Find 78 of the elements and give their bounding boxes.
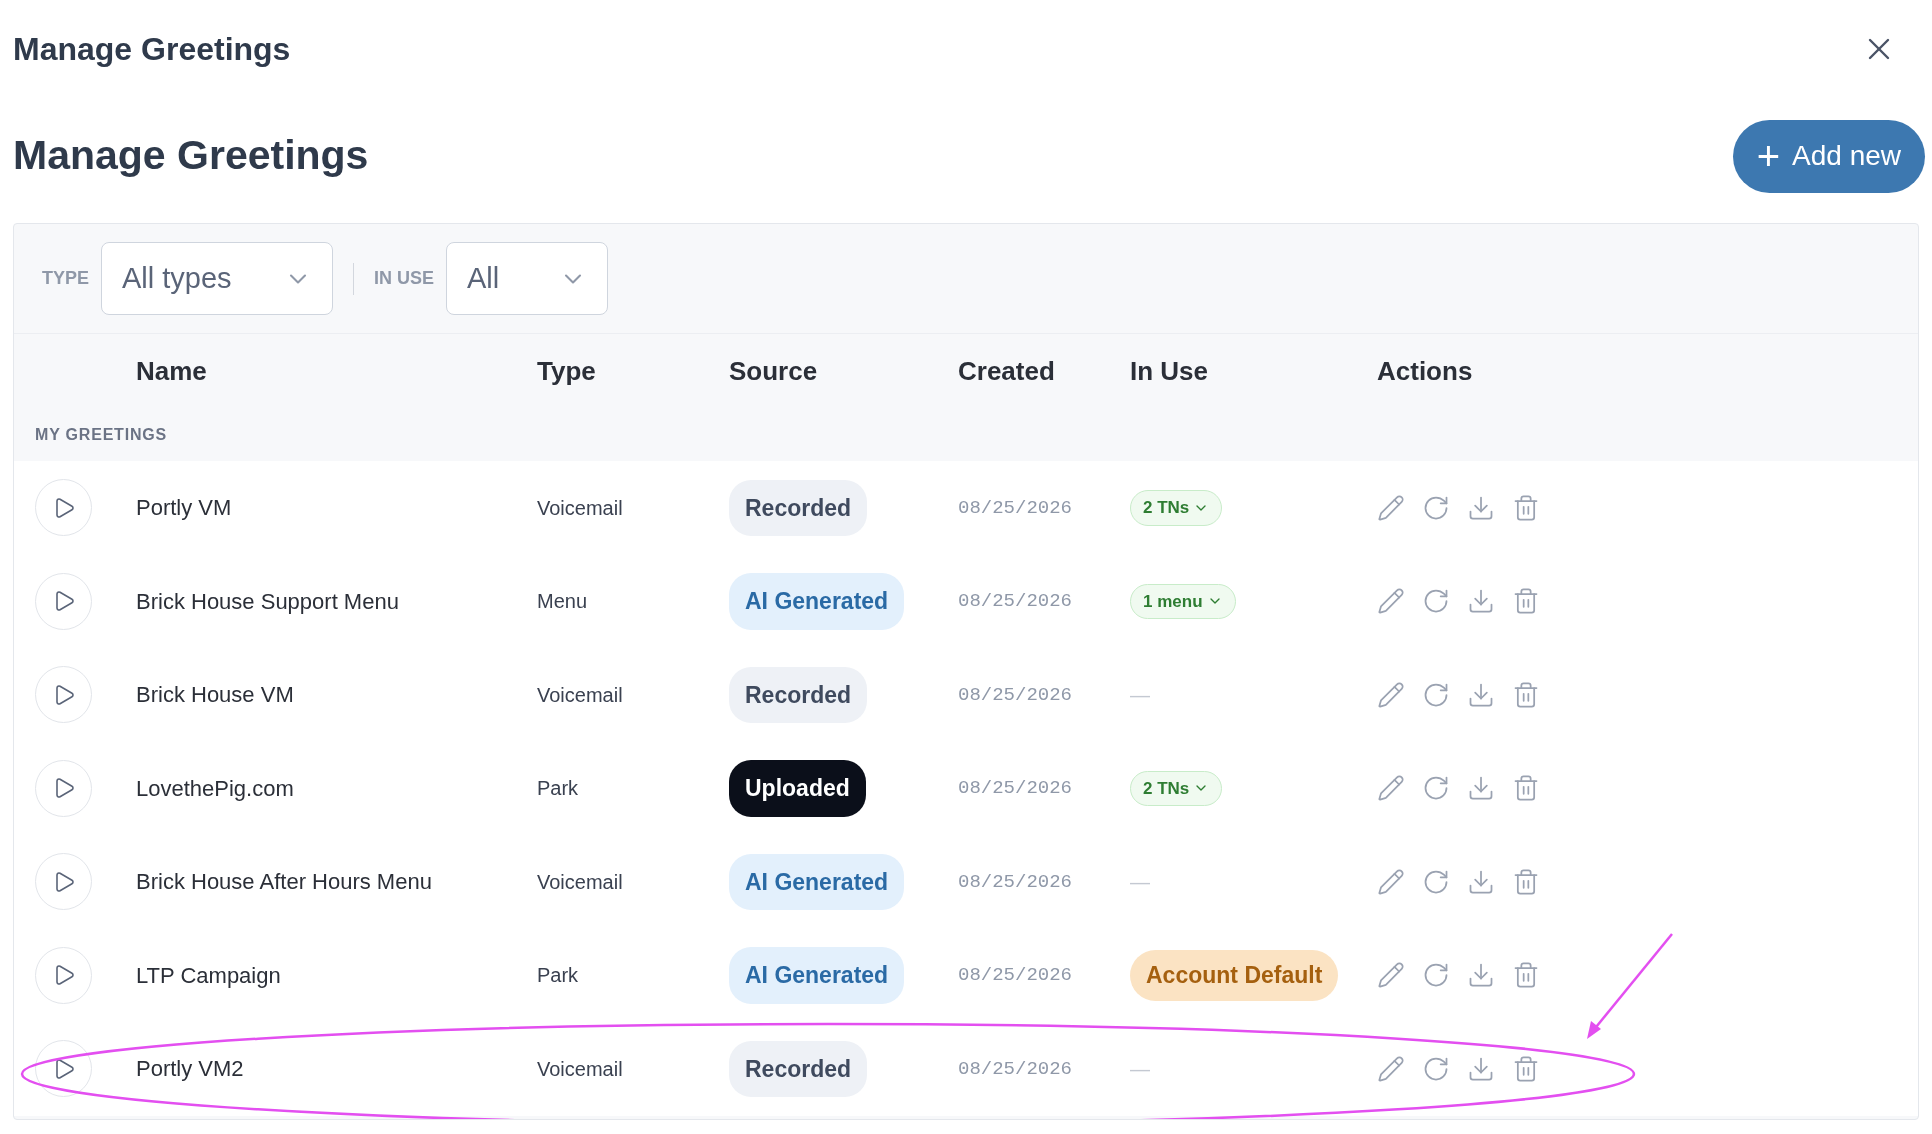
source-badge: Uploaded — [729, 760, 866, 817]
filter-label: IN USE — [374, 267, 435, 290]
greeting-type: Voicemail — [537, 495, 624, 521]
trash-icon — [1512, 774, 1540, 803]
greeting-name: Brick House After Hours Menu — [136, 868, 433, 897]
edit-button[interactable] — [1377, 1054, 1405, 1083]
pencil-icon — [1377, 774, 1405, 803]
created-date: 08/25/2026 — [958, 776, 1074, 801]
trash-icon — [1512, 961, 1540, 990]
edit-button[interactable] — [1377, 680, 1405, 709]
greeting-type: Menu — [537, 589, 589, 615]
in-use-dropdown[interactable]: 1 menu — [1130, 583, 1236, 619]
trash-icon — [1512, 493, 1540, 522]
edit-button[interactable] — [1377, 493, 1405, 522]
greeting-name: LovethePig.com — [136, 774, 295, 803]
window-title: Manage Greetings — [13, 30, 291, 69]
add-new-button[interactable]: + Add new — [1732, 119, 1925, 193]
source-badge: AI Generated — [729, 853, 905, 910]
filter-dropdown[interactable]: All — [446, 242, 609, 315]
empty-dash: — — [1130, 1056, 1150, 1082]
greeting-name: Brick House VM — [136, 681, 295, 710]
pencil-icon — [1377, 587, 1405, 616]
empty-dash: — — [1130, 682, 1150, 708]
delete-button[interactable] — [1512, 680, 1540, 709]
pencil-icon — [1377, 867, 1405, 896]
created-date: 08/25/2026 — [958, 682, 1074, 708]
greeting-name: Portly VM — [136, 494, 233, 523]
filter-label: TYPE — [42, 267, 89, 290]
play-button[interactable] — [35, 1040, 92, 1098]
default-badge: Account Default — [1130, 950, 1339, 1001]
filter-dropdown[interactable]: All types — [101, 242, 333, 315]
source-badge: Recorded — [729, 666, 868, 723]
edit-button[interactable] — [1377, 867, 1405, 896]
delete-button[interactable] — [1512, 493, 1540, 522]
column-header: Actions — [1377, 355, 1473, 388]
source-badge: Recorded — [729, 479, 868, 536]
page-heading: Manage Greetings — [13, 131, 369, 181]
edit-button[interactable] — [1377, 774, 1405, 803]
edit-button[interactable] — [1377, 961, 1405, 990]
delete-button[interactable] — [1512, 587, 1540, 616]
column-header: Created — [958, 355, 1056, 388]
trash-icon — [1512, 680, 1540, 709]
source-badge: AI Generated — [729, 947, 905, 1004]
pencil-icon — [1377, 493, 1405, 522]
greeting-type: Voicemail — [537, 1056, 624, 1082]
greeting-type: Park — [537, 776, 580, 802]
delete-button[interactable] — [1512, 961, 1540, 990]
created-date: 08/25/2026 — [958, 869, 1074, 895]
created-date: 08/25/2026 — [958, 1056, 1074, 1082]
source-badge: AI Generated — [729, 573, 905, 630]
column-header: Type — [537, 355, 597, 388]
greeting-type: Voicemail — [537, 869, 624, 895]
trash-icon — [1512, 1054, 1540, 1083]
in-use-dropdown[interactable]: 2 TNs — [1130, 770, 1223, 806]
pencil-icon — [1377, 680, 1405, 709]
column-header: Source — [729, 355, 819, 388]
empty-dash: — — [1130, 869, 1150, 895]
column-header: Name — [136, 355, 208, 388]
created-date: 08/25/2026 — [958, 495, 1074, 521]
edit-button[interactable] — [1377, 587, 1405, 616]
source-badge: Recorded — [729, 1040, 868, 1097]
greeting-type: Voicemail — [537, 682, 624, 708]
greeting-name: Portly VM2 — [136, 1055, 245, 1084]
created-date: 08/25/2026 — [958, 589, 1074, 614]
delete-button[interactable] — [1512, 867, 1540, 896]
pencil-icon — [1377, 1054, 1405, 1083]
greeting-name: LTP Campaign — [136, 961, 282, 990]
delete-button[interactable] — [1512, 1054, 1540, 1083]
greeting-name: Brick House Support Menu — [136, 587, 400, 616]
greeting-type: Park — [537, 963, 580, 989]
trash-icon — [1512, 587, 1540, 616]
pencil-icon — [1377, 961, 1405, 990]
delete-button[interactable] — [1512, 774, 1540, 803]
section-label: MY GREETINGS — [35, 425, 167, 445]
column-header: In Use — [1130, 355, 1210, 388]
created-date: 08/25/2026 — [958, 963, 1074, 988]
in-use-dropdown[interactable]: 2 TNs — [1130, 490, 1223, 526]
trash-icon — [1512, 867, 1540, 896]
